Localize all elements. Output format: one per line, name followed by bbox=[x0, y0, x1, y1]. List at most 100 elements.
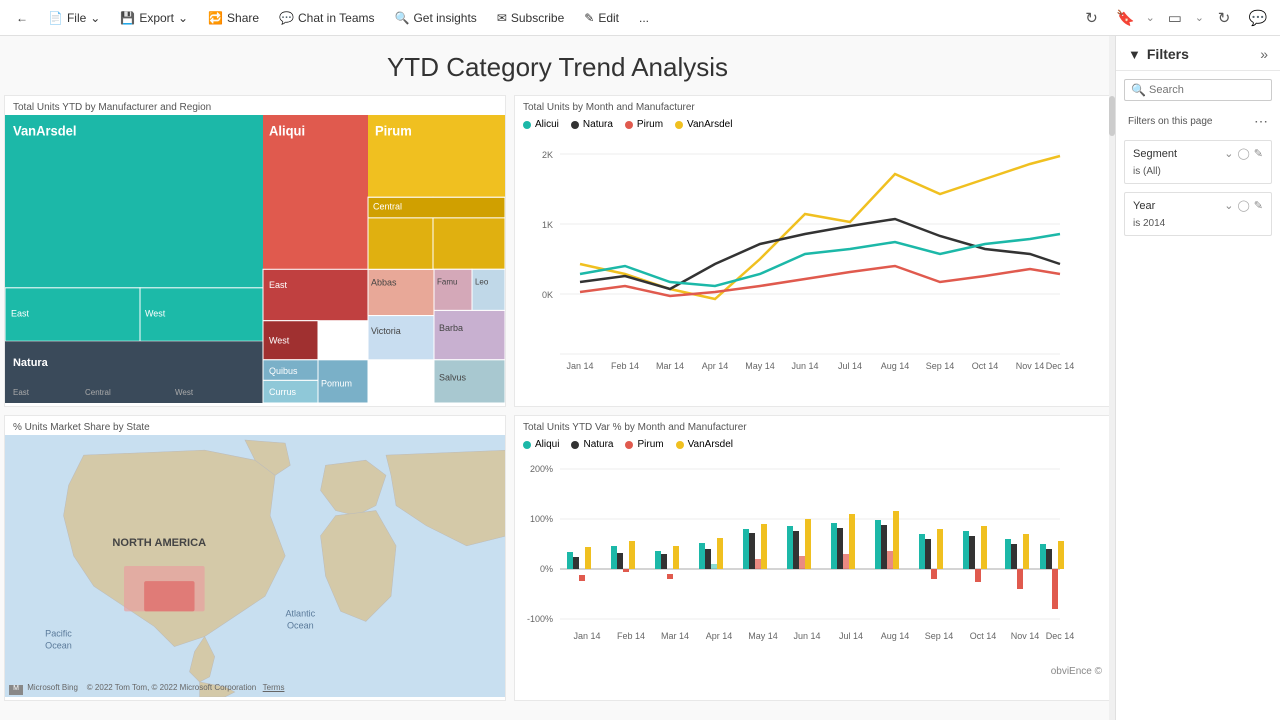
svg-text:200%: 200% bbox=[530, 464, 553, 474]
treemap-container: Total Units YTD by Manufacturer and Regi… bbox=[4, 95, 506, 407]
back-button[interactable]: ← bbox=[8, 7, 36, 29]
bookmark-button[interactable]: 🔖 bbox=[1112, 4, 1140, 32]
svg-text:Famu: Famu bbox=[437, 278, 457, 287]
comment-button[interactable]: 💬 bbox=[1244, 4, 1272, 32]
svg-text:Jul 14: Jul 14 bbox=[838, 361, 862, 371]
svg-text:Salvus: Salvus bbox=[439, 372, 466, 382]
map-area[interactable]: NORTH AMERICA Pacific Ocean Atlantic Oce… bbox=[5, 435, 505, 697]
svg-text:Oct 14: Oct 14 bbox=[970, 631, 997, 641]
file-chevron-icon: ⌄ bbox=[90, 11, 100, 25]
legend-item-pirum: Pirum bbox=[625, 119, 663, 130]
svg-text:East: East bbox=[13, 388, 30, 397]
bar-chart-label: Total Units YTD Var % by Month and Manuf… bbox=[515, 416, 1110, 435]
svg-text:Aliqui: Aliqui bbox=[269, 123, 305, 138]
svg-text:Natura: Natura bbox=[13, 357, 49, 369]
filters-on-page: Filters on this page ⋯ bbox=[1116, 109, 1280, 136]
legend-item-pirum2: Pirum bbox=[625, 439, 663, 450]
filter-year-clear-icon[interactable]: ◯ bbox=[1237, 199, 1249, 212]
get-insights-button[interactable]: 🔍 Get insights bbox=[386, 7, 484, 29]
filter-segment-chevron: ⌄ bbox=[1224, 147, 1233, 160]
filter-search-input[interactable] bbox=[1124, 79, 1272, 101]
map-label: % Units Market Share by State bbox=[5, 416, 505, 435]
refresh-button[interactable]: ↻ bbox=[1078, 4, 1106, 32]
share-icon: 🔁 bbox=[208, 11, 223, 25]
legend-dot-vanarsdel2 bbox=[676, 441, 684, 449]
bookmark-chevron[interactable]: ⌄ bbox=[1146, 11, 1155, 24]
svg-text:Sep 14: Sep 14 bbox=[926, 361, 955, 371]
legend-dot-pirum bbox=[625, 121, 633, 129]
content-scrollbar-thumb bbox=[1109, 96, 1115, 136]
legend-dot-natura bbox=[571, 121, 579, 129]
legend-item-vanarsdel: VanArsdel bbox=[675, 119, 732, 130]
line-chart-svg: 2K 1K 0K Jan 14 Feb 14 Mar 14 Apr 14 May… bbox=[515, 134, 1110, 374]
svg-text:Mar 14: Mar 14 bbox=[661, 631, 689, 641]
svg-text:Jun 14: Jun 14 bbox=[791, 361, 818, 371]
svg-text:2K: 2K bbox=[542, 150, 553, 160]
svg-text:Oct 14: Oct 14 bbox=[972, 361, 999, 371]
svg-text:Central: Central bbox=[85, 388, 111, 397]
file-icon: 📄 bbox=[48, 11, 63, 25]
legend-dot-aliqui bbox=[523, 441, 531, 449]
filters-collapse-button[interactable]: » bbox=[1260, 46, 1268, 62]
map-terms-link[interactable]: Terms bbox=[263, 683, 285, 692]
filter-segment-header[interactable]: Segment ⌄ ◯ ✎ bbox=[1125, 141, 1271, 166]
svg-text:Atlantic: Atlantic bbox=[286, 608, 316, 618]
filters-on-page-dots[interactable]: ⋯ bbox=[1254, 113, 1268, 130]
filter-item-year: Year ⌄ ◯ ✎ is 2014 bbox=[1124, 192, 1272, 236]
svg-text:Apr 14: Apr 14 bbox=[706, 631, 733, 641]
line-chart-legend: Alicui Natura Pirum VanArsdel bbox=[515, 115, 1110, 134]
svg-text:0%: 0% bbox=[540, 564, 553, 574]
svg-text:West: West bbox=[145, 308, 166, 318]
file-button[interactable]: 📄 File ⌄ bbox=[40, 7, 108, 29]
svg-text:Feb 14: Feb 14 bbox=[611, 361, 639, 371]
svg-text:Nov 14: Nov 14 bbox=[1016, 361, 1045, 371]
branding: obviEnce © bbox=[515, 664, 1110, 679]
legend-item-alicui: Alicui bbox=[523, 119, 559, 130]
svg-text:Pirum: Pirum bbox=[375, 123, 412, 138]
svg-text:Ocean: Ocean bbox=[287, 620, 314, 630]
view-chevron[interactable]: ⌄ bbox=[1195, 11, 1204, 24]
legend-item-vanarsdel2: VanArsdel bbox=[676, 439, 733, 450]
svg-text:West: West bbox=[175, 388, 194, 397]
filter-segment-edit-icon[interactable]: ✎ bbox=[1254, 147, 1263, 160]
legend-item-aliqui: Aliqui bbox=[523, 439, 559, 450]
filter-search-icon: 🔍 bbox=[1131, 83, 1146, 97]
svg-text:0K: 0K bbox=[542, 290, 553, 300]
chat-in-teams-button[interactable]: 💬 Chat in Teams bbox=[271, 7, 382, 29]
main-layout: YTD Category Trend Analysis Total Units … bbox=[0, 36, 1280, 720]
line-chart-label: Total Units by Month and Manufacturer bbox=[515, 96, 1110, 115]
reset-button[interactable]: ↻ bbox=[1210, 4, 1238, 32]
svg-text:Quibus: Quibus bbox=[269, 366, 298, 376]
filter-segment-icons: ⌄ ◯ ✎ bbox=[1224, 147, 1263, 160]
export-button[interactable]: 💾 Export ⌄ bbox=[112, 7, 196, 29]
page-title: YTD Category Trend Analysis bbox=[0, 36, 1115, 91]
subscribe-icon: ✉ bbox=[497, 11, 507, 25]
svg-text:Jul 14: Jul 14 bbox=[839, 631, 863, 641]
svg-text:Victoria: Victoria bbox=[371, 326, 402, 336]
svg-text:Jan 14: Jan 14 bbox=[573, 631, 600, 641]
svg-text:NORTH AMERICA: NORTH AMERICA bbox=[112, 537, 206, 549]
legend-item-natura2: Natura bbox=[571, 439, 613, 450]
filters-header: ▼ Filters » bbox=[1116, 36, 1280, 71]
legend-dot-alicui bbox=[523, 121, 531, 129]
view-button[interactable]: ▭ bbox=[1161, 4, 1189, 32]
filter-segment-clear-icon[interactable]: ◯ bbox=[1237, 147, 1249, 160]
svg-text:May 14: May 14 bbox=[748, 631, 778, 641]
treemap-label: Total Units YTD by Manufacturer and Regi… bbox=[5, 96, 505, 115]
legend-dot-natura2 bbox=[571, 441, 579, 449]
more-button[interactable]: ... bbox=[631, 7, 657, 29]
line-chart-container: Total Units by Month and Manufacturer Al… bbox=[514, 95, 1111, 407]
svg-text:-100%: -100% bbox=[527, 614, 553, 624]
share-button[interactable]: 🔁 Share bbox=[200, 7, 267, 29]
content-scrollbar[interactable] bbox=[1109, 36, 1115, 720]
filter-year-header[interactable]: Year ⌄ ◯ ✎ bbox=[1125, 193, 1271, 218]
map-credit: M Microsoft Bing © 2022 Tom Tom, © 2022 … bbox=[9, 683, 284, 695]
treemap[interactable]: VanArsdel East West Natura East Central … bbox=[5, 115, 505, 403]
subscribe-button[interactable]: ✉ Subscribe bbox=[489, 7, 572, 29]
svg-text:Dec 14: Dec 14 bbox=[1046, 361, 1075, 371]
edit-icon: ✎ bbox=[584, 11, 594, 25]
filter-year-value: is 2014 bbox=[1125, 218, 1271, 235]
edit-button[interactable]: ✎ Edit bbox=[576, 7, 627, 29]
toolbar-right-icons: ↻ 🔖 ⌄ ▭ ⌄ ↻ 💬 bbox=[1078, 4, 1272, 32]
filter-year-edit-icon[interactable]: ✎ bbox=[1254, 199, 1263, 212]
